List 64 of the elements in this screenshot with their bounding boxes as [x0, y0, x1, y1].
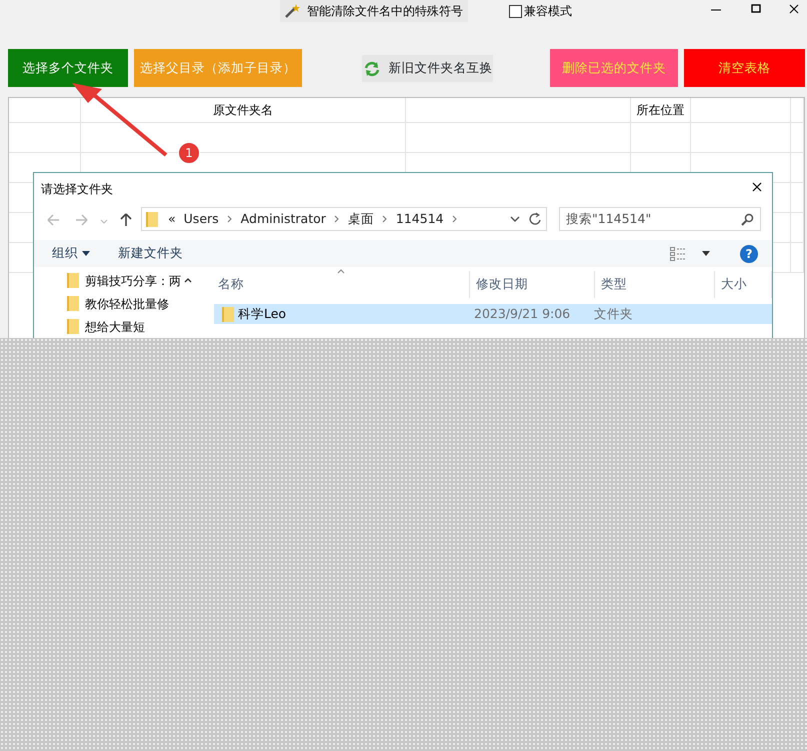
help-icon[interactable]: ? [740, 244, 758, 262]
header-cell [791, 98, 804, 123]
chevron-icon [382, 215, 388, 223]
table-cell [791, 153, 804, 183]
column-header[interactable]: 名称 [218, 275, 244, 294]
header-cell [9, 98, 81, 123]
address-bar[interactable]: « Users Administrator 桌面 114514 [141, 207, 547, 231]
search-icon [741, 212, 754, 226]
column-header[interactable]: 修改日期 [476, 275, 528, 294]
dialog-title: 请选择文件夹 [41, 181, 113, 198]
file-date: 2023/9/21 9:06 [474, 304, 572, 323]
table-cell [791, 183, 804, 213]
view-options-icon [670, 246, 686, 260]
chevron-icon [226, 215, 233, 223]
compat-mode-label: 兼容模式 [524, 3, 572, 20]
nav-tree-item[interactable]: 想给大量短 [34, 315, 196, 338]
search-placeholder: 搜索"114514" [566, 210, 652, 228]
folder-icon [146, 212, 158, 226]
toolbar-button[interactable]: 选择多个文件夹 [8, 49, 128, 87]
toolbar-command[interactable]: 组织 [52, 244, 90, 263]
folder-icon [67, 296, 79, 311]
column-header[interactable]: 大小 [721, 275, 747, 294]
folder-icon [67, 319, 79, 334]
chevron-icon [452, 215, 458, 223]
forward-arrow-icon [74, 213, 89, 227]
back-arrow-icon [46, 213, 61, 227]
caret-icon [100, 218, 108, 225]
close-icon [787, 2, 801, 16]
close-icon [750, 180, 764, 194]
refresh-icon [362, 60, 380, 78]
overflow-chevron[interactable]: « [168, 210, 176, 228]
magic-wand-icon [284, 3, 301, 19]
toolbar-command[interactable]: 新建文件夹 [118, 244, 183, 263]
table-cell [791, 123, 804, 153]
scroll-up-icon [184, 277, 192, 283]
refresh-icon [528, 212, 542, 226]
app-title: 智能清除文件名中的特殊符号 [307, 3, 463, 20]
caret-icon [702, 251, 710, 256]
table-cell [791, 243, 804, 273]
breadcrumb-item[interactable]: Users [184, 210, 219, 228]
table-cell [9, 123, 81, 153]
breadcrumb-item[interactable]: 桌面 [348, 210, 374, 228]
minimize-icon [711, 9, 721, 11]
up-arrow-icon [119, 212, 133, 227]
sort-caret-icon [337, 269, 345, 274]
breadcrumb-item[interactable]: Administrator [240, 210, 326, 228]
search-field[interactable]: 搜索"114514" [559, 207, 761, 231]
nav-tree-item[interactable]: 剪辑技巧分享：两 [34, 269, 196, 292]
swap-names-button[interactable]: 新旧文件夹名互换 [362, 55, 493, 82]
breadcrumb-item[interactable]: 114514 [396, 210, 444, 228]
folder-icon [222, 306, 234, 322]
table-cell [791, 213, 804, 243]
file-type: 文件夹 [594, 304, 633, 323]
file-row[interactable]: 科学Leo 2023/9/21 9:06 文件夹 [214, 304, 772, 324]
dropdown-icon [510, 216, 520, 222]
column-header: 所在位置 [631, 98, 691, 123]
column-header: 原文件夹名 [81, 98, 406, 123]
caret-icon [82, 251, 90, 256]
folder-icon [67, 273, 79, 288]
chevron-icon [334, 215, 340, 223]
column-header[interactable]: 类型 [601, 275, 627, 294]
file-name: 科学Leo [238, 304, 286, 323]
nav-tree-item[interactable]: 教你轻松批量修 [34, 292, 196, 315]
compat-mode-checkbox[interactable] [509, 4, 522, 18]
